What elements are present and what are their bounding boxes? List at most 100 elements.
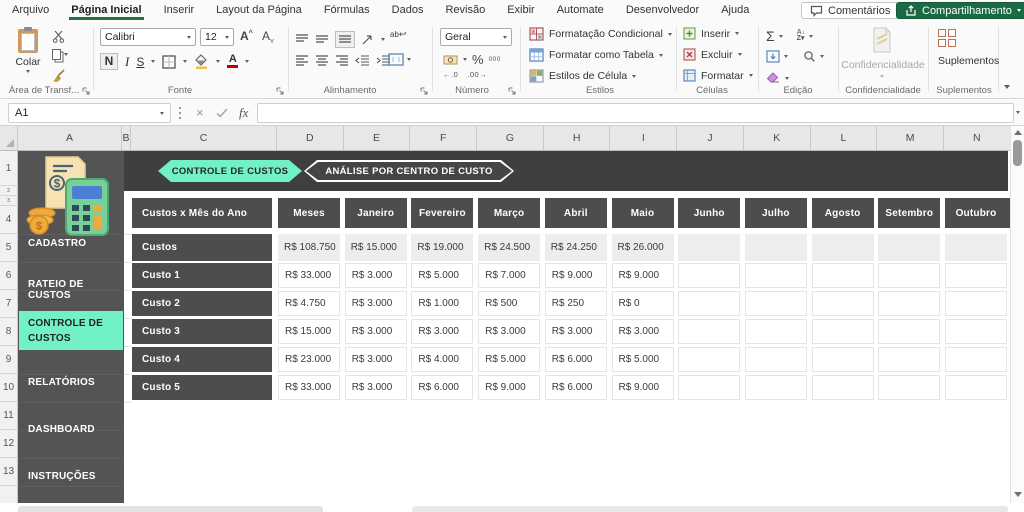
collapse-ribbon-icon[interactable] <box>1004 85 1010 89</box>
increase-decimal-icon[interactable]: ←.0 <box>443 70 458 79</box>
horizontal-scrollbar[interactable] <box>18 506 323 512</box>
menu-layout-da-pa-gina[interactable]: Layout da Página <box>214 1 304 20</box>
format-painter-button[interactable] <box>52 69 66 83</box>
addins-button[interactable]: Suplementos <box>938 29 990 67</box>
menu-pa-gina-inicial[interactable]: Página Inicial <box>69 1 143 20</box>
table-cell[interactable]: R$ 3.000 <box>411 319 473 344</box>
fill-color-icon[interactable] <box>194 54 209 69</box>
font-name-select[interactable]: Calibri <box>100 28 196 46</box>
column-header-b[interactable]: B <box>122 126 131 150</box>
table-cell[interactable]: R$ 33.000 <box>278 375 340 400</box>
formula-input[interactable] <box>257 103 1014 123</box>
percent-style-icon[interactable]: % <box>472 52 484 67</box>
column-header-d[interactable]: D <box>277 126 344 150</box>
column-header-f[interactable]: F <box>410 126 477 150</box>
merge-center-icon[interactable] <box>388 53 404 66</box>
table-cell[interactable]: R$ 6.000 <box>545 375 607 400</box>
row-header-9[interactable]: 9 <box>0 346 18 374</box>
table-cell[interactable] <box>678 291 740 316</box>
table-cell[interactable] <box>945 319 1007 344</box>
wrap-text-button[interactable]: ab↩ <box>390 29 406 40</box>
row-header-12[interactable]: 12 <box>0 430 18 458</box>
table-cell[interactable]: R$ 33.000 <box>278 263 340 288</box>
table-cell[interactable] <box>812 347 874 372</box>
row-header-8[interactable]: 8 <box>0 318 18 346</box>
name-box[interactable]: A1 <box>8 103 171 123</box>
find-icon[interactable] <box>803 50 816 63</box>
fill-down-icon[interactable] <box>766 50 780 63</box>
menu-revisa-o[interactable]: Revisão <box>443 1 487 20</box>
column-header-k[interactable]: K <box>744 126 811 150</box>
row-header-11[interactable]: 11 <box>0 402 18 430</box>
table-cell[interactable] <box>678 347 740 372</box>
orientation-icon[interactable] <box>361 33 375 46</box>
sidebar-item-cadastro[interactable]: CADASTRO <box>19 228 123 258</box>
autosum-icon[interactable]: Σ <box>766 28 775 44</box>
borders-icon[interactable] <box>162 55 176 69</box>
column-header-e[interactable]: E <box>344 126 411 150</box>
menu-arquivo[interactable]: Arquivo <box>10 1 51 20</box>
dialog-launcher-icon[interactable] <box>276 87 285 96</box>
sidebar-item-dashboard[interactable]: DASHBOARD <box>19 414 123 444</box>
table-cell[interactable]: R$ 26.000 <box>612 234 674 261</box>
column-header-c[interactable]: C <box>131 126 277 150</box>
table-cell[interactable] <box>945 347 1007 372</box>
row-header-2[interactable]: 2 <box>0 186 18 196</box>
scrollbar-thumb[interactable] <box>1013 140 1022 166</box>
table-cell[interactable] <box>945 291 1007 316</box>
decrease-decimal-icon[interactable]: .00→ <box>467 70 487 79</box>
table-cell[interactable] <box>745 347 807 372</box>
table-cell[interactable]: R$ 6.000 <box>411 375 473 400</box>
menu-automate[interactable]: Automate <box>555 1 606 20</box>
table-cell[interactable] <box>745 375 807 400</box>
number-format-select[interactable]: Geral <box>440 28 512 46</box>
table-cell[interactable] <box>745 291 807 316</box>
table-cell[interactable] <box>812 375 874 400</box>
table-cell[interactable] <box>945 375 1007 400</box>
table-cell[interactable] <box>878 263 940 288</box>
tab-ana-lise-por-centro-de-custo[interactable]: ANÁLISE POR CENTRO DE CUSTO <box>304 160 514 182</box>
table-cell[interactable]: R$ 108.750 <box>278 234 340 261</box>
table-cell[interactable]: R$ 9.000 <box>478 375 540 400</box>
vertical-scrollbar[interactable] <box>1010 126 1024 503</box>
table-cell[interactable] <box>812 291 874 316</box>
table-cell[interactable]: R$ 5.000 <box>478 347 540 372</box>
table-cell[interactable]: R$ 19.000 <box>411 234 473 261</box>
row-header-3[interactable]: 3 <box>0 196 18 206</box>
table-cell[interactable]: R$ 5.000 <box>612 347 674 372</box>
decrease-font-button[interactable]: A˅ <box>262 29 274 45</box>
table-cell[interactable]: R$ 5.000 <box>411 263 473 288</box>
column-header-l[interactable]: L <box>811 126 878 150</box>
table-cell[interactable] <box>812 263 874 288</box>
table-cell[interactable]: R$ 3.000 <box>612 319 674 344</box>
table-cell[interactable] <box>678 319 740 344</box>
menu-exibir[interactable]: Exibir <box>505 1 537 20</box>
table-cell[interactable] <box>812 234 874 261</box>
format-as-table-button[interactable]: Formatar como Tabela <box>529 48 663 62</box>
align-bottom-icon[interactable] <box>335 31 355 48</box>
column-header-g[interactable]: G <box>477 126 544 150</box>
table-cell[interactable]: R$ 3.000 <box>345 347 407 372</box>
insert-cells-button[interactable]: Inserir <box>683 27 739 40</box>
table-cell[interactable] <box>878 375 940 400</box>
row-header-13[interactable]: 13 <box>0 458 18 486</box>
dialog-launcher-icon[interactable] <box>420 87 429 96</box>
table-cell[interactable]: R$ 9.000 <box>545 263 607 288</box>
column-header-j[interactable]: J <box>677 126 744 150</box>
table-cell[interactable] <box>745 263 807 288</box>
scroll-down-icon[interactable] <box>1014 492 1022 497</box>
table-cell[interactable]: R$ 0 <box>612 291 674 316</box>
align-middle-icon[interactable] <box>315 34 329 45</box>
accounting-format-icon[interactable] <box>443 54 458 66</box>
align-center-icon[interactable] <box>315 55 329 66</box>
row-header-7[interactable]: 7 <box>0 290 18 318</box>
delete-cells-button[interactable]: Excluir <box>683 48 742 61</box>
sheet-tabs-area[interactable] <box>412 506 1008 512</box>
select-all-corner[interactable] <box>0 126 18 150</box>
row-header-10[interactable]: 10 <box>0 374 18 402</box>
table-cell[interactable]: R$ 3.000 <box>345 291 407 316</box>
font-size-select[interactable]: 12 <box>200 28 234 46</box>
table-cell[interactable] <box>945 263 1007 288</box>
table-cell[interactable]: R$ 24.500 <box>478 234 540 261</box>
format-cells-button[interactable]: Formatar <box>683 69 753 82</box>
